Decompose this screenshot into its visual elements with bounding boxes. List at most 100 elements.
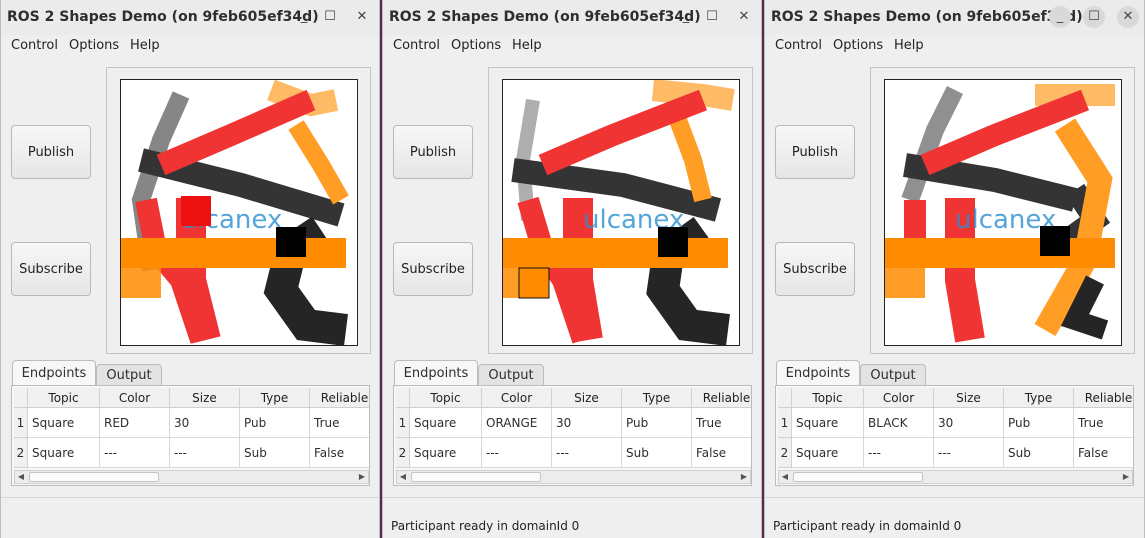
cell-topic[interactable]: Square	[792, 438, 864, 468]
minimize-button[interactable]: _	[675, 6, 697, 28]
scroll-thumb[interactable]	[411, 472, 541, 482]
title-bar[interactable]: ROS 2 Shapes Demo (on 9feb605ef34d) _ ☐ …	[1, 0, 379, 35]
header-size[interactable]: Size	[552, 388, 622, 408]
header-topic[interactable]: Topic	[410, 388, 482, 408]
tab-output[interactable]: Output	[478, 364, 544, 386]
cell-size[interactable]: ---	[552, 438, 622, 468]
cell-type[interactable]: Pub	[622, 408, 692, 438]
shapes-canvas[interactable]: ulcanex	[884, 79, 1122, 346]
header-type[interactable]: Type	[1004, 388, 1074, 408]
splitter[interactable]	[765, 497, 1144, 498]
menu-control[interactable]: Control	[11, 38, 58, 53]
scroll-thumb[interactable]	[793, 472, 923, 482]
maximize-button[interactable]: ☐	[1083, 6, 1105, 28]
header-reliable[interactable]: Reliable	[692, 388, 751, 408]
subscribe-button[interactable]: Subscribe	[775, 242, 855, 296]
header-color[interactable]: Color	[100, 388, 170, 408]
publish-button[interactable]: Publish	[393, 125, 473, 179]
cell-reliable[interactable]: True	[1074, 408, 1133, 438]
splitter[interactable]	[1, 497, 379, 498]
menu-help[interactable]: Help	[130, 38, 160, 53]
menu-help[interactable]: Help	[512, 38, 542, 53]
horizontal-scrollbar[interactable]: ◀ ▶	[396, 470, 751, 484]
scroll-thumb[interactable]	[29, 472, 159, 482]
splitter[interactable]	[383, 497, 761, 498]
cell-reliable[interactable]: True	[310, 408, 369, 438]
maximize-button[interactable]: ☐	[319, 6, 341, 28]
tab-endpoints[interactable]: Endpoints	[12, 360, 96, 386]
minimize-button[interactable]: _	[293, 6, 315, 28]
header-topic[interactable]: Topic	[28, 388, 100, 408]
horizontal-scrollbar[interactable]: ◀ ▶	[778, 470, 1133, 484]
menu-options[interactable]: Options	[451, 38, 501, 53]
cell-color[interactable]: ---	[100, 438, 170, 468]
tab-output[interactable]: Output	[96, 364, 162, 386]
scroll-right-icon[interactable]: ▶	[356, 471, 368, 483]
publish-button[interactable]: Publish	[11, 125, 91, 179]
cell-size[interactable]: ---	[934, 438, 1004, 468]
cell-topic[interactable]: Square	[28, 408, 100, 438]
cell-reliable[interactable]: False	[692, 438, 751, 468]
tab-endpoints[interactable]: Endpoints	[394, 360, 478, 386]
header-reliable[interactable]: Reliable	[1074, 388, 1133, 408]
cell-type[interactable]: Sub	[240, 438, 310, 468]
cell-size[interactable]: 30	[934, 408, 1004, 438]
row-number: 1	[14, 408, 28, 438]
menu-control[interactable]: Control	[393, 38, 440, 53]
black-square	[276, 227, 306, 257]
cell-type[interactable]: Pub	[240, 408, 310, 438]
subscribe-button[interactable]: Subscribe	[11, 242, 91, 296]
tab-output[interactable]: Output	[860, 364, 926, 386]
horizontal-scrollbar[interactable]: ◀ ▶	[14, 470, 369, 484]
cell-topic[interactable]: Square	[28, 438, 100, 468]
cell-type[interactable]: Pub	[1004, 408, 1074, 438]
maximize-button[interactable]: ☐	[701, 6, 723, 28]
cell-color[interactable]: BLACK	[864, 408, 934, 438]
cell-size[interactable]: 30	[170, 408, 240, 438]
menu-help[interactable]: Help	[894, 38, 924, 53]
minimize-button[interactable]: _	[1049, 6, 1071, 28]
header-reliable[interactable]: Reliable	[310, 388, 369, 408]
scroll-left-icon[interactable]: ◀	[779, 471, 791, 483]
menu-control[interactable]: Control	[775, 38, 822, 53]
close-button[interactable]: ✕	[1117, 6, 1139, 28]
menu-options[interactable]: Options	[69, 38, 119, 53]
header-type[interactable]: Type	[622, 388, 692, 408]
cell-color[interactable]: ORANGE	[482, 408, 552, 438]
cell-type[interactable]: Sub	[622, 438, 692, 468]
tab-endpoints[interactable]: Endpoints	[776, 360, 860, 386]
close-button[interactable]: ✕	[733, 6, 755, 28]
scroll-left-icon[interactable]: ◀	[15, 471, 27, 483]
cell-color[interactable]: RED	[100, 408, 170, 438]
cell-color[interactable]: ---	[864, 438, 934, 468]
header-color[interactable]: Color	[482, 388, 552, 408]
scroll-left-icon[interactable]: ◀	[397, 471, 409, 483]
cell-reliable[interactable]: True	[692, 408, 751, 438]
header-type[interactable]: Type	[240, 388, 310, 408]
header-color[interactable]: Color	[864, 388, 934, 408]
subscribe-button[interactable]: Subscribe	[393, 242, 473, 296]
orange-trail-right	[669, 116, 712, 203]
scroll-right-icon[interactable]: ▶	[1120, 471, 1132, 483]
publish-button[interactable]: Publish	[775, 125, 855, 179]
cell-topic[interactable]: Square	[410, 408, 482, 438]
title-bar[interactable]: ROS 2 Shapes Demo (on 9feb605ef34d) _ ☐ …	[383, 0, 761, 35]
close-button[interactable]: ✕	[351, 6, 373, 28]
title-bar[interactable]: ROS 2 Shapes Demo (on 9feb605ef34d) _ ☐ …	[765, 0, 1144, 35]
cell-topic[interactable]: Square	[792, 408, 864, 438]
menu-options[interactable]: Options	[833, 38, 883, 53]
endpoints-table: Topic Color Size Type Reliable 1 Square …	[778, 388, 1133, 468]
shapes-canvas[interactable]: ulcanex	[120, 79, 358, 346]
cell-type[interactable]: Sub	[1004, 438, 1074, 468]
header-size[interactable]: Size	[934, 388, 1004, 408]
header-size[interactable]: Size	[170, 388, 240, 408]
shapes-canvas[interactable]: ulcanex	[502, 79, 740, 346]
header-topic[interactable]: Topic	[792, 388, 864, 408]
cell-reliable[interactable]: False	[1074, 438, 1133, 468]
cell-size[interactable]: 30	[552, 408, 622, 438]
cell-size[interactable]: ---	[170, 438, 240, 468]
cell-reliable[interactable]: False	[310, 438, 369, 468]
scroll-right-icon[interactable]: ▶	[738, 471, 750, 483]
cell-color[interactable]: ---	[482, 438, 552, 468]
cell-topic[interactable]: Square	[410, 438, 482, 468]
